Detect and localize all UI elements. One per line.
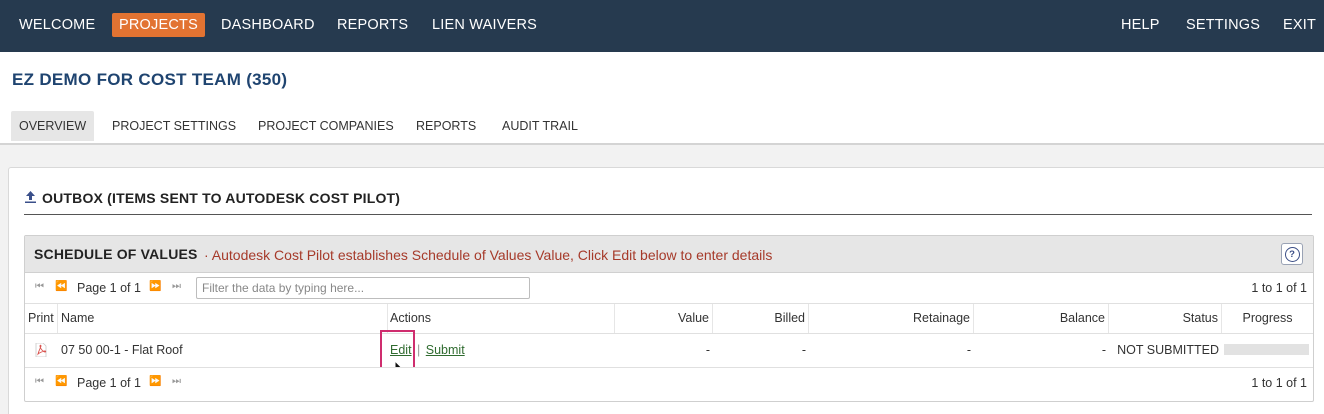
range-label: 1 to 1 of 1 <box>1251 281 1307 295</box>
outbox-panel: OUTBOX (ITEMS SENT TO AUTODESK COST PILO… <box>8 167 1324 414</box>
question-circle-icon: ? <box>1284 246 1300 262</box>
first-page-icon[interactable]: ⏮ <box>35 281 44 292</box>
nav-item-help[interactable]: HELP <box>1114 13 1167 37</box>
table-row: 07 50 00-1 - Flat Roof Edit | Submit - -… <box>25 330 1313 378</box>
top-nav-bar: WELCOME PROJECTS DASHBOARD REPORTS LIEN … <box>0 0 1324 52</box>
filter-input[interactable] <box>196 277 530 299</box>
tab-project-settings[interactable]: PROJECT SETTINGS <box>104 111 244 141</box>
progress-bar <box>1224 344 1309 355</box>
row-value: - <box>705 343 710 357</box>
nav-item-welcome[interactable]: WELCOME <box>12 13 102 37</box>
outbox-heading: OUTBOX (ITEMS SENT TO AUTODESK COST PILO… <box>25 190 400 206</box>
next-page-icon[interactable]: ⏩ <box>149 281 161 292</box>
sov-description: · Autodesk Cost Pilot establishes Schedu… <box>204 247 773 263</box>
page-label: Page 1 of 1 <box>77 281 141 295</box>
tab-overview[interactable]: OVERVIEW <box>11 111 95 141</box>
outbox-title-text: OUTBOX (ITEMS SENT TO AUTODESK COST PILO… <box>42 190 401 206</box>
range-label: 1 to 1 of 1 <box>1251 376 1307 390</box>
nav-item-reports[interactable]: REPORTS <box>330 13 415 37</box>
page-title: EZ DEMO FOR COST TEAM (350) <box>12 70 288 89</box>
col-header-retainage[interactable]: Retainage <box>809 304 974 333</box>
pdf-icon[interactable] <box>35 343 47 357</box>
tab-project-companies[interactable]: PROJECT COMPANIES <box>250 111 402 141</box>
page-label: Page 1 of 1 <box>77 376 141 390</box>
schedule-of-values-grid: SCHEDULE OF VALUES · Autodesk Cost Pilot… <box>24 235 1314 402</box>
tab-reports[interactable]: REPORTS <box>408 111 484 141</box>
tab-audit-trail[interactable]: AUDIT TRAIL <box>494 111 586 141</box>
col-header-actions[interactable]: Actions <box>388 304 615 333</box>
outbox-divider <box>24 214 1312 215</box>
last-page-icon[interactable]: ⏭ <box>172 281 181 292</box>
grid-header: SCHEDULE OF VALUES · Autodesk Cost Pilot… <box>25 236 1313 273</box>
row-retainage: - <box>966 343 971 357</box>
nav-item-dashboard[interactable]: DASHBOARD <box>214 13 322 37</box>
row-billed: - <box>801 343 806 357</box>
action-separator: | <box>417 343 421 357</box>
row-name: 07 50 00-1 - Flat Roof <box>61 343 183 357</box>
prev-page-icon[interactable]: ⏪ <box>55 376 67 387</box>
nav-item-projects[interactable]: PROJECTS <box>112 13 205 37</box>
upload-icon <box>25 191 36 206</box>
next-page-icon[interactable]: ⏩ <box>149 376 161 387</box>
prev-page-icon[interactable]: ⏪ <box>55 281 67 292</box>
tab-divider <box>0 143 1324 145</box>
first-page-icon[interactable]: ⏮ <box>35 376 44 387</box>
nav-item-exit[interactable]: EXIT <box>1276 13 1323 37</box>
column-header-row: Print Name Actions Value Billed Retainag… <box>25 304 1313 334</box>
col-header-status[interactable]: Status <box>1109 304 1222 333</box>
col-header-progress[interactable]: Progress <box>1222 304 1313 333</box>
nav-item-settings[interactable]: SETTINGS <box>1179 13 1267 37</box>
nav-item-lien-waivers[interactable]: LIEN WAIVERS <box>425 13 544 37</box>
help-button[interactable]: ? <box>1281 243 1303 265</box>
col-header-billed[interactable]: Billed <box>713 304 809 333</box>
row-balance: - <box>1101 343 1106 357</box>
sov-title: SCHEDULE OF VALUES <box>34 246 198 262</box>
col-header-balance[interactable]: Balance <box>974 304 1109 333</box>
project-header: EZ DEMO FOR COST TEAM (350) OVERVIEW PRO… <box>0 52 1324 145</box>
col-header-name[interactable]: Name <box>58 304 388 333</box>
col-header-value[interactable]: Value <box>615 304 713 333</box>
status-badge: NOT SUBMITTED <box>1117 343 1219 357</box>
last-page-icon[interactable]: ⏭ <box>172 376 181 387</box>
pager-top: ⏮ ⏪ Page 1 of 1 ⏩ ⏭ 1 to 1 of 1 <box>25 273 1313 304</box>
col-header-print[interactable]: Print <box>25 304 58 333</box>
submit-link[interactable]: Submit <box>426 343 465 357</box>
pager-bottom: ⏮ ⏪ Page 1 of 1 ⏩ ⏭ 1 to 1 of 1 <box>25 367 1313 398</box>
